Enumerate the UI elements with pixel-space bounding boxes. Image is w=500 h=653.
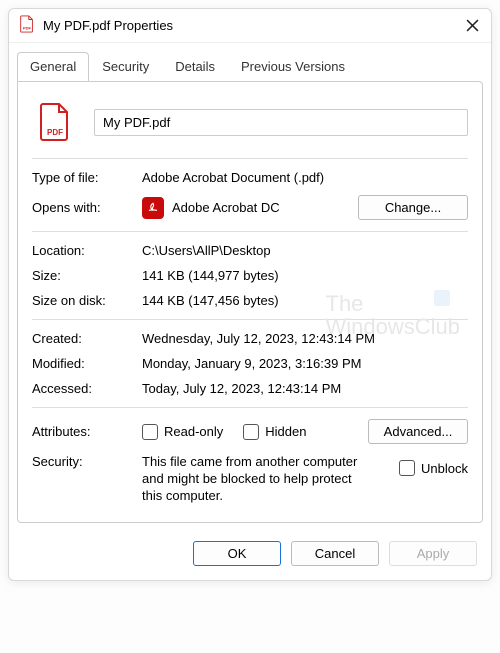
- acrobat-app-icon: [142, 197, 164, 219]
- divider: [32, 407, 468, 408]
- divider: [32, 231, 468, 232]
- titlebar: PDF My PDF.pdf Properties: [9, 9, 491, 43]
- modified-value: Monday, January 9, 2023, 3:16:39 PM: [142, 356, 468, 371]
- svg-text:PDF: PDF: [47, 128, 63, 137]
- attributes-label: Attributes:: [32, 424, 142, 439]
- apply-button[interactable]: Apply: [389, 541, 477, 566]
- tab-previous-versions[interactable]: Previous Versions: [228, 52, 358, 82]
- hidden-label: Hidden: [265, 424, 306, 439]
- size-on-disk-label: Size on disk:: [32, 293, 142, 308]
- accessed-value: Today, July 12, 2023, 12:43:14 PM: [142, 381, 468, 396]
- dialog-footer: OK Cancel Apply: [9, 531, 491, 580]
- cancel-button[interactable]: Cancel: [291, 541, 379, 566]
- size-label: Size:: [32, 268, 142, 283]
- svg-text:PDF: PDF: [23, 25, 32, 30]
- size-on-disk-value: 144 KB (147,456 bytes): [142, 293, 468, 308]
- type-of-file-value: Adobe Acrobat Document (.pdf): [142, 170, 468, 185]
- tab-security[interactable]: Security: [89, 52, 162, 82]
- unblock-label: Unblock: [421, 461, 468, 476]
- window-title: My PDF.pdf Properties: [43, 18, 455, 33]
- tab-general[interactable]: General: [17, 52, 89, 82]
- size-value: 141 KB (144,977 bytes): [142, 268, 468, 283]
- modified-label: Modified:: [32, 356, 142, 371]
- pdf-file-icon-large: PDF: [38, 102, 72, 142]
- change-button[interactable]: Change...: [358, 195, 468, 220]
- readonly-checkbox[interactable]: [142, 424, 158, 440]
- security-label: Security:: [32, 454, 142, 469]
- pdf-file-icon: PDF: [19, 15, 35, 36]
- created-value: Wednesday, July 12, 2023, 12:43:14 PM: [142, 331, 468, 346]
- tabs: General Security Details Previous Versio…: [9, 43, 491, 81]
- ok-button[interactable]: OK: [193, 541, 281, 566]
- opens-with-label: Opens with:: [32, 200, 142, 215]
- unblock-checkbox[interactable]: [399, 460, 415, 476]
- readonly-label: Read-only: [164, 424, 223, 439]
- divider: [32, 158, 468, 159]
- location-value: C:\Users\AllP\Desktop: [142, 243, 468, 258]
- divider: [32, 319, 468, 320]
- general-panel: The WindowsClub PDF Type of file: Adobe …: [17, 81, 483, 523]
- opens-with-value: Adobe Acrobat DC: [172, 200, 358, 215]
- close-button[interactable]: [463, 17, 481, 35]
- accessed-label: Accessed:: [32, 381, 142, 396]
- tab-details[interactable]: Details: [162, 52, 228, 82]
- filename-input[interactable]: [94, 109, 468, 136]
- advanced-button[interactable]: Advanced...: [368, 419, 468, 444]
- type-of-file-label: Type of file:: [32, 170, 142, 185]
- hidden-checkbox[interactable]: [243, 424, 259, 440]
- properties-dialog: PDF My PDF.pdf Properties General Securi…: [8, 8, 492, 581]
- created-label: Created:: [32, 331, 142, 346]
- location-label: Location:: [32, 243, 142, 258]
- security-text: This file came from another computer and…: [142, 454, 372, 505]
